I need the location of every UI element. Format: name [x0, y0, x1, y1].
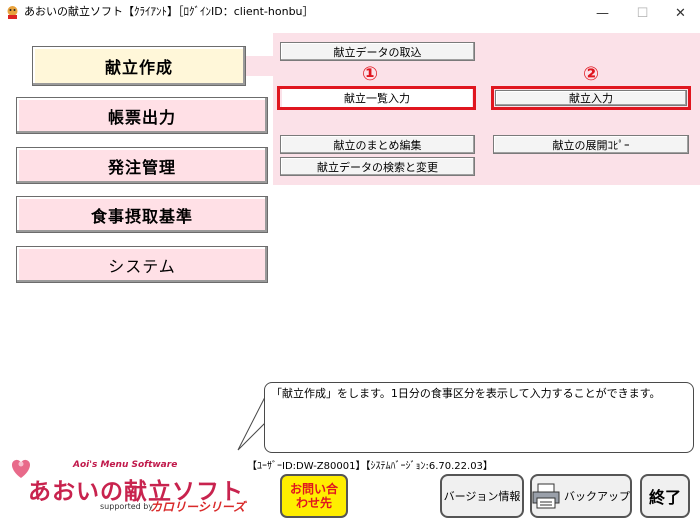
menu-expand-copy-button[interactable]: 献立の展開ｺﾋﾟｰ: [493, 135, 689, 154]
import-menu-data-button[interactable]: 献立データの取込: [280, 42, 475, 61]
backup-button[interactable]: バックアップ: [530, 474, 632, 518]
window-title: あおいの献立ソフト【ｸﾗｲｱﾝﾄ】［ﾛｸﾞｲﾝID：client-honbu］: [24, 5, 314, 18]
logo-series-text: カロリーシリーズ: [150, 500, 246, 514]
contact-button[interactable]: お問い合わせ先: [280, 474, 348, 518]
title-bar: あおいの献立ソフト【ｸﾗｲｱﾝﾄ】［ﾛｸﾞｲﾝID：client-honbu］ …: [0, 0, 700, 26]
balloon-tail-cover: [266, 397, 270, 421]
menu-item-dietary-standards[interactable]: 食事摂取基準: [16, 196, 268, 233]
marker-1: ①: [362, 63, 379, 85]
hint-balloon: 「献立作成」をします。1日分の食事区分を表示して入力することができます。: [264, 382, 694, 453]
version-info-label: バージョン情報: [443, 490, 521, 503]
logo-supported-by: supported by: [100, 502, 154, 511]
contact-label: お問い合わせ先: [289, 482, 338, 510]
logo-english-text: Aoi's Menu Software: [73, 460, 178, 470]
minimize-button[interactable]: —: [580, 0, 625, 26]
exit-label: 終了: [648, 488, 681, 507]
menu-item-report-output[interactable]: 帳票出力: [16, 97, 268, 134]
backup-label: バックアップ: [564, 490, 630, 503]
menu-item-system[interactable]: システム: [16, 246, 268, 283]
backup-printer-icon: [532, 483, 560, 509]
app-icon: [7, 6, 18, 19]
menu-item-menu-creation[interactable]: 献立作成: [32, 46, 246, 86]
menu-input-button[interactable]: 献立入力: [495, 90, 687, 106]
menu-list-input-button[interactable]: 献立一覧入力: [282, 89, 472, 107]
user-version-info: 【ﾕｰｻﾞｰID:DW-Z80001】【ｼｽﾃﾑﾊﾞｰｼﾞｮﾝ:6.70.22.…: [247, 461, 493, 472]
exit-button[interactable]: 終了: [640, 474, 690, 518]
menu-item-order-management[interactable]: 発注管理: [16, 147, 268, 184]
version-info-button[interactable]: バージョン情報: [440, 474, 524, 518]
menu-connector: [246, 56, 276, 76]
menu-bulk-edit-button[interactable]: 献立のまとめ編集: [280, 135, 475, 154]
hint-text: 「献立作成」をします。1日分の食事区分を表示して入力することができます。: [271, 387, 661, 400]
close-button[interactable]: ✕: [658, 0, 700, 26]
marker-2: ②: [583, 63, 600, 85]
menu-search-change-button[interactable]: 献立データの検索と変更: [280, 157, 475, 176]
